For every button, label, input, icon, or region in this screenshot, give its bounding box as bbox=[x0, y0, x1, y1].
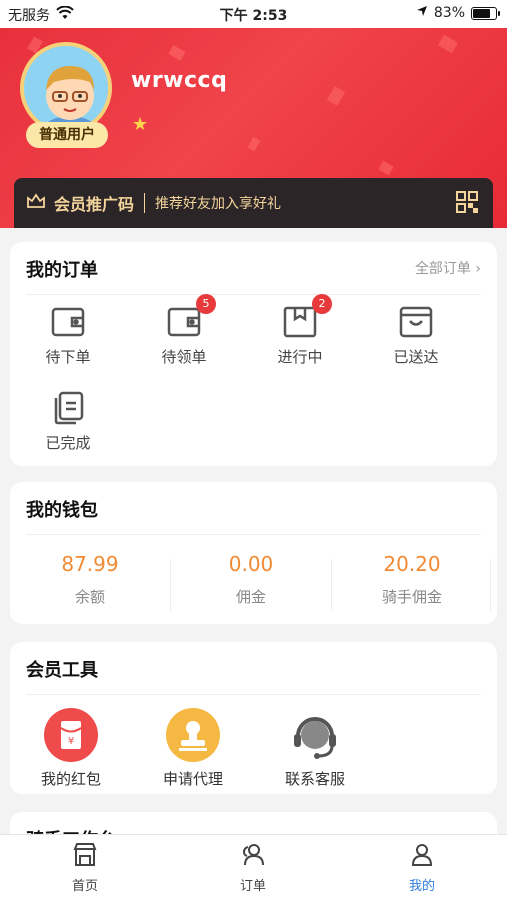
wallet-icon bbox=[50, 304, 86, 340]
tool-apply-agent[interactable]: 申请代理 bbox=[138, 708, 248, 789]
box-icon: 2 bbox=[282, 294, 332, 340]
confetti-decoration bbox=[438, 34, 458, 54]
tool-label: 联系客服 bbox=[284, 770, 345, 788]
promo-title: 会员推广码 bbox=[54, 195, 135, 214]
order-label: 进行中 bbox=[277, 348, 323, 366]
tool-label: 我的红包 bbox=[40, 770, 101, 788]
wallet-card: 我的钱包 87.99 余额 0.00 佣金 20.20 骑手佣金 bbox=[10, 482, 497, 624]
bag-icon bbox=[398, 304, 434, 340]
profile-header: 普通用户 wrwccq ★ 会员推广码 推荐好友加入享好礼 bbox=[0, 28, 507, 228]
svg-text:¥: ¥ bbox=[68, 736, 74, 747]
battery-level-fill bbox=[473, 8, 491, 18]
tool-label: 申请代理 bbox=[162, 770, 223, 788]
wallet-value: 87.99 bbox=[61, 552, 119, 576]
order-pending-accept[interactable]: 5 待领单 bbox=[126, 294, 242, 367]
all-orders-link[interactable]: 全部订单 › bbox=[415, 258, 481, 278]
wallet-label: 骑手佣金 bbox=[381, 588, 442, 606]
confetti-decoration bbox=[326, 86, 346, 106]
confetti-decoration bbox=[168, 45, 186, 61]
tab-home[interactable]: 首页 bbox=[25, 841, 145, 894]
battery-icon bbox=[471, 6, 500, 20]
store-icon bbox=[71, 843, 99, 873]
tool-red-envelope[interactable]: ¥ 我的红包 bbox=[16, 708, 126, 789]
username: wrwccq bbox=[131, 68, 228, 93]
tab-mine[interactable]: 我的 bbox=[362, 841, 482, 894]
stamp-icon bbox=[166, 708, 220, 762]
wallet-rider-commission[interactable]: 20.20 骑手佣金 bbox=[332, 552, 492, 607]
tab-label: 我的 bbox=[408, 879, 435, 894]
wallet-balance[interactable]: 87.99 余额 bbox=[10, 552, 170, 607]
promo-code-bar[interactable]: 会员推广码 推荐好友加入享好礼 bbox=[14, 178, 493, 228]
member-level-badge: 普通用户 bbox=[26, 122, 108, 148]
order-label: 待下单 bbox=[45, 348, 91, 366]
promo-subtitle: 推荐好友加入享好礼 bbox=[155, 196, 282, 212]
chevron-right-icon: › bbox=[475, 261, 481, 277]
avatar-illustration bbox=[24, 46, 108, 130]
tab-label: 首页 bbox=[71, 879, 98, 894]
member-tools-card: 会员工具 ¥ 我的红包 申请代理 联系客服 bbox=[10, 642, 497, 794]
star-icon: ★ bbox=[132, 114, 149, 135]
count-badge: 5 bbox=[196, 294, 216, 314]
person-icon bbox=[408, 844, 436, 873]
headset-icon bbox=[288, 708, 342, 762]
tab-orders[interactable]: 订单 bbox=[193, 841, 313, 894]
order-pending-place[interactable]: 待下单 bbox=[10, 304, 126, 367]
crown-icon bbox=[26, 192, 46, 214]
people-icon bbox=[239, 844, 267, 873]
count-badge: 2 bbox=[312, 294, 332, 314]
tool-customer-service[interactable]: 联系客服 bbox=[260, 708, 370, 789]
battery-percent: 83% bbox=[433, 5, 465, 21]
order-delivered[interactable]: 已送达 bbox=[358, 304, 474, 367]
status-bar: 无服务 下午 2:53 83% bbox=[0, 0, 507, 28]
tools-title: 会员工具 bbox=[26, 660, 98, 681]
wallet-label: 佣金 bbox=[235, 588, 266, 606]
order-completed[interactable]: 已完成 bbox=[10, 390, 126, 453]
promo-divider bbox=[144, 193, 146, 213]
order-label: 已完成 bbox=[45, 434, 91, 452]
divider bbox=[26, 294, 481, 295]
order-label: 待领单 bbox=[161, 348, 207, 366]
avatar[interactable] bbox=[20, 42, 112, 134]
confetti-decoration bbox=[378, 160, 394, 176]
order-in-progress[interactable]: 2 进行中 bbox=[242, 294, 358, 367]
red-envelope-icon: ¥ bbox=[44, 708, 98, 762]
divider bbox=[26, 694, 481, 695]
wallet-title: 我的钱包 bbox=[26, 500, 98, 521]
orders-title: 我的订单 bbox=[26, 260, 98, 281]
all-orders-label: 全部订单 bbox=[414, 261, 471, 277]
qr-code-icon[interactable] bbox=[455, 190, 479, 214]
divider bbox=[490, 559, 491, 611]
bottom-tab-bar: 首页 订单 我的 bbox=[0, 834, 507, 900]
wallet-value: 0.00 bbox=[228, 552, 274, 576]
tab-label: 订单 bbox=[239, 879, 266, 894]
documents-icon bbox=[50, 390, 86, 426]
wallet-label: 余额 bbox=[74, 588, 105, 606]
orders-card: 我的订单 全部订单 › 待下单 5 待领单 2 进行中 已送达 已完成 bbox=[10, 242, 497, 466]
divider bbox=[26, 534, 481, 535]
wallet-value: 20.20 bbox=[383, 552, 441, 576]
location-arrow-icon bbox=[416, 5, 428, 21]
order-label: 已送达 bbox=[393, 348, 439, 366]
wallet-commission[interactable]: 0.00 佣金 bbox=[171, 552, 331, 607]
confetti-decoration bbox=[247, 136, 261, 152]
wallet-icon: 5 bbox=[166, 294, 216, 340]
